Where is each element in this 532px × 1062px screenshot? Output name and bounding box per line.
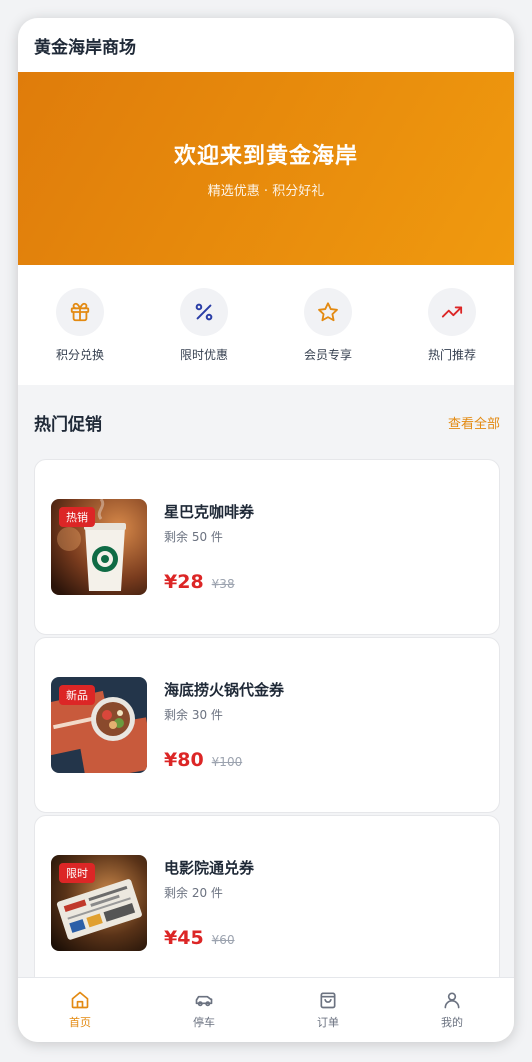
- tab-orders[interactable]: 订单: [288, 990, 368, 1030]
- view-all-link[interactable]: 查看全部: [448, 413, 500, 432]
- sale-price: ¥80: [164, 749, 204, 771]
- percent-icon: [180, 287, 228, 336]
- promotion-card[interactable]: 热销 星巴克咖啡券 剩余 50 件 ¥28 ¥38: [34, 459, 500, 635]
- quick-action-limited-offer[interactable]: 限时优惠: [154, 287, 254, 363]
- quick-action-member-exclusive[interactable]: 会员专享: [278, 287, 378, 363]
- promotion-info: 海底捞火锅代金券 剩余 30 件 ¥80 ¥100: [164, 677, 483, 773]
- promotion-card[interactable]: 新品 海底捞火锅代金券 剩余 30 件 ¥80 ¥100: [34, 637, 500, 813]
- banner-title: 欢迎来到黄金海岸: [173, 144, 358, 169]
- quick-action-label: 热门推荐: [427, 347, 476, 362]
- price-row: ¥28 ¥38: [164, 571, 235, 593]
- app-title: 黄金海岸商场: [34, 37, 136, 58]
- home-icon: [71, 991, 89, 1009]
- welcome-banner[interactable]: 欢迎来到黄金海岸 精选优惠 · 积分好礼: [18, 72, 514, 265]
- product-name: 海底捞火锅代金券: [164, 681, 285, 699]
- sale-price: ¥28: [164, 571, 204, 593]
- section-title: 热门促销: [34, 414, 102, 435]
- promotion-list: 热销 星巴克咖啡券 剩余 50 件 ¥28 ¥38 新品 海底捞火锅代金券 剩余…: [18, 459, 514, 991]
- tab-profile[interactable]: 我的: [412, 990, 492, 1030]
- price-row: ¥45 ¥60: [164, 927, 235, 949]
- top-bar: 黄金海岸商场: [18, 18, 514, 72]
- promotion-info: 星巴克咖啡券 剩余 50 件 ¥28 ¥38: [164, 499, 483, 595]
- product-image-hotpot: 新品: [51, 677, 147, 773]
- promotion-tag: 热销: [59, 507, 95, 527]
- gift-icon: [56, 287, 104, 336]
- quick-action-label: 积分兑换: [55, 347, 104, 362]
- sale-price: ¥45: [164, 927, 204, 949]
- quick-action-hot-picks[interactable]: 热门推荐: [402, 287, 502, 363]
- quick-actions: 积分兑换 限时优惠 会员专享 热门推荐: [18, 265, 514, 385]
- tab-label: 订单: [317, 1016, 339, 1029]
- app-screen: 黄金海岸商场 欢迎来到黄金海岸 精选优惠 · 积分好礼 积分兑换 限时优惠 会员…: [18, 18, 514, 1042]
- quick-action-points-exchange[interactable]: 积分兑换: [30, 287, 130, 363]
- user-icon: [444, 992, 460, 1009]
- promotion-tag: 限时: [59, 863, 95, 883]
- original-price: ¥100: [211, 755, 243, 769]
- stock-remaining: 剩余 20 件: [164, 886, 223, 900]
- trending-up-icon: [428, 287, 476, 336]
- promotion-card[interactable]: 限时 电影院通兑券 剩余 20 件 ¥45 ¥60: [34, 815, 500, 991]
- original-price: ¥38: [211, 577, 235, 591]
- tab-label: 首页: [69, 1016, 91, 1029]
- shopping-bag-icon: [320, 992, 336, 1009]
- banner-subtitle: 精选优惠 · 积分好礼: [207, 184, 325, 199]
- promotion-tag: 新品: [59, 685, 95, 705]
- quick-action-label: 会员专享: [303, 347, 352, 362]
- promotion-info: 电影院通兑券 剩余 20 件 ¥45 ¥60: [164, 855, 483, 951]
- product-image-cinema-ticket: 限时: [51, 855, 147, 951]
- price-row: ¥80 ¥100: [164, 749, 242, 771]
- product-name: 电影院通兑券: [164, 859, 255, 877]
- stock-remaining: 剩余 50 件: [164, 530, 223, 544]
- star-icon: [304, 287, 352, 336]
- product-image-coffee: 热销: [51, 499, 147, 595]
- tab-home[interactable]: 首页: [40, 990, 120, 1030]
- tab-label: 我的: [441, 1016, 463, 1029]
- tab-parking[interactable]: 停车: [164, 990, 244, 1030]
- quick-action-label: 限时优惠: [179, 347, 228, 362]
- original-price: ¥60: [211, 933, 235, 947]
- product-name: 星巴克咖啡券: [164, 503, 255, 521]
- bottom-tab-bar: 首页 停车 订单 我的: [18, 977, 514, 1042]
- promotions-header: 热门促销 查看全部: [18, 385, 514, 459]
- car-icon: [195, 995, 213, 1007]
- stock-remaining: 剩余 30 件: [164, 708, 223, 722]
- tab-label: 停车: [193, 1016, 215, 1029]
